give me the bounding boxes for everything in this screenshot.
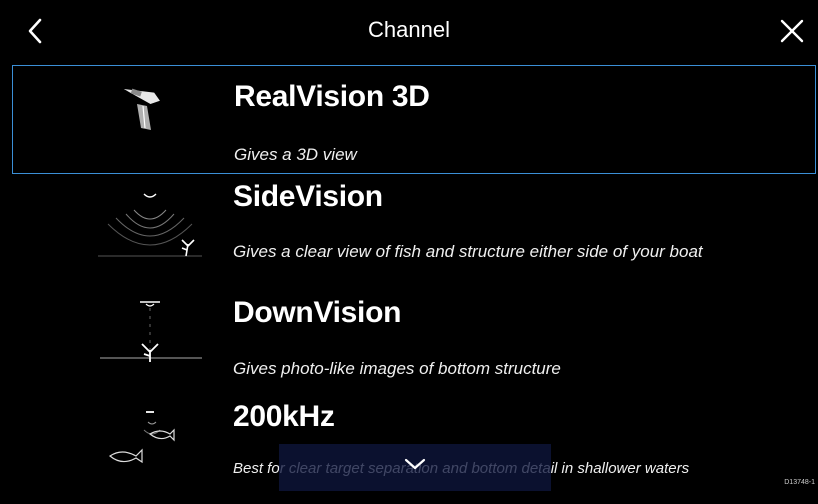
close-icon: [780, 19, 804, 43]
sidevision-icon: [98, 193, 202, 257]
channel-description: Gives a clear view of fish and structure…: [233, 242, 703, 261]
channel-description: Gives a 3D view: [234, 145, 357, 164]
channel-name: RealVision 3D: [234, 80, 430, 113]
channel-name: 200kHz: [233, 400, 335, 433]
channel-description: Gives photo-like images of bottom struct…: [233, 359, 561, 378]
channel-name: SideVision: [233, 180, 383, 213]
channel-name: DownVision: [233, 296, 402, 329]
realvision-3d-icon: [123, 88, 160, 130]
channel-item-realvision-3d[interactable]: RealVision 3D Gives a 3D view: [12, 65, 816, 174]
200khz-icon: [108, 411, 175, 464]
downvision-icon: [100, 301, 202, 362]
channel-item-sidevision[interactable]: SideVision Gives a clear view of fish an…: [12, 176, 816, 286]
reference-code: D13748-1: [784, 479, 815, 486]
scroll-down-button[interactable]: [279, 444, 551, 491]
channel-item-downvision[interactable]: DownVision Gives photo-like images of bo…: [12, 288, 816, 396]
close-button[interactable]: [774, 13, 810, 49]
page-title: Channel: [368, 17, 450, 42]
header-bar: Channel: [0, 0, 818, 62]
chevron-down-icon: [404, 458, 426, 470]
